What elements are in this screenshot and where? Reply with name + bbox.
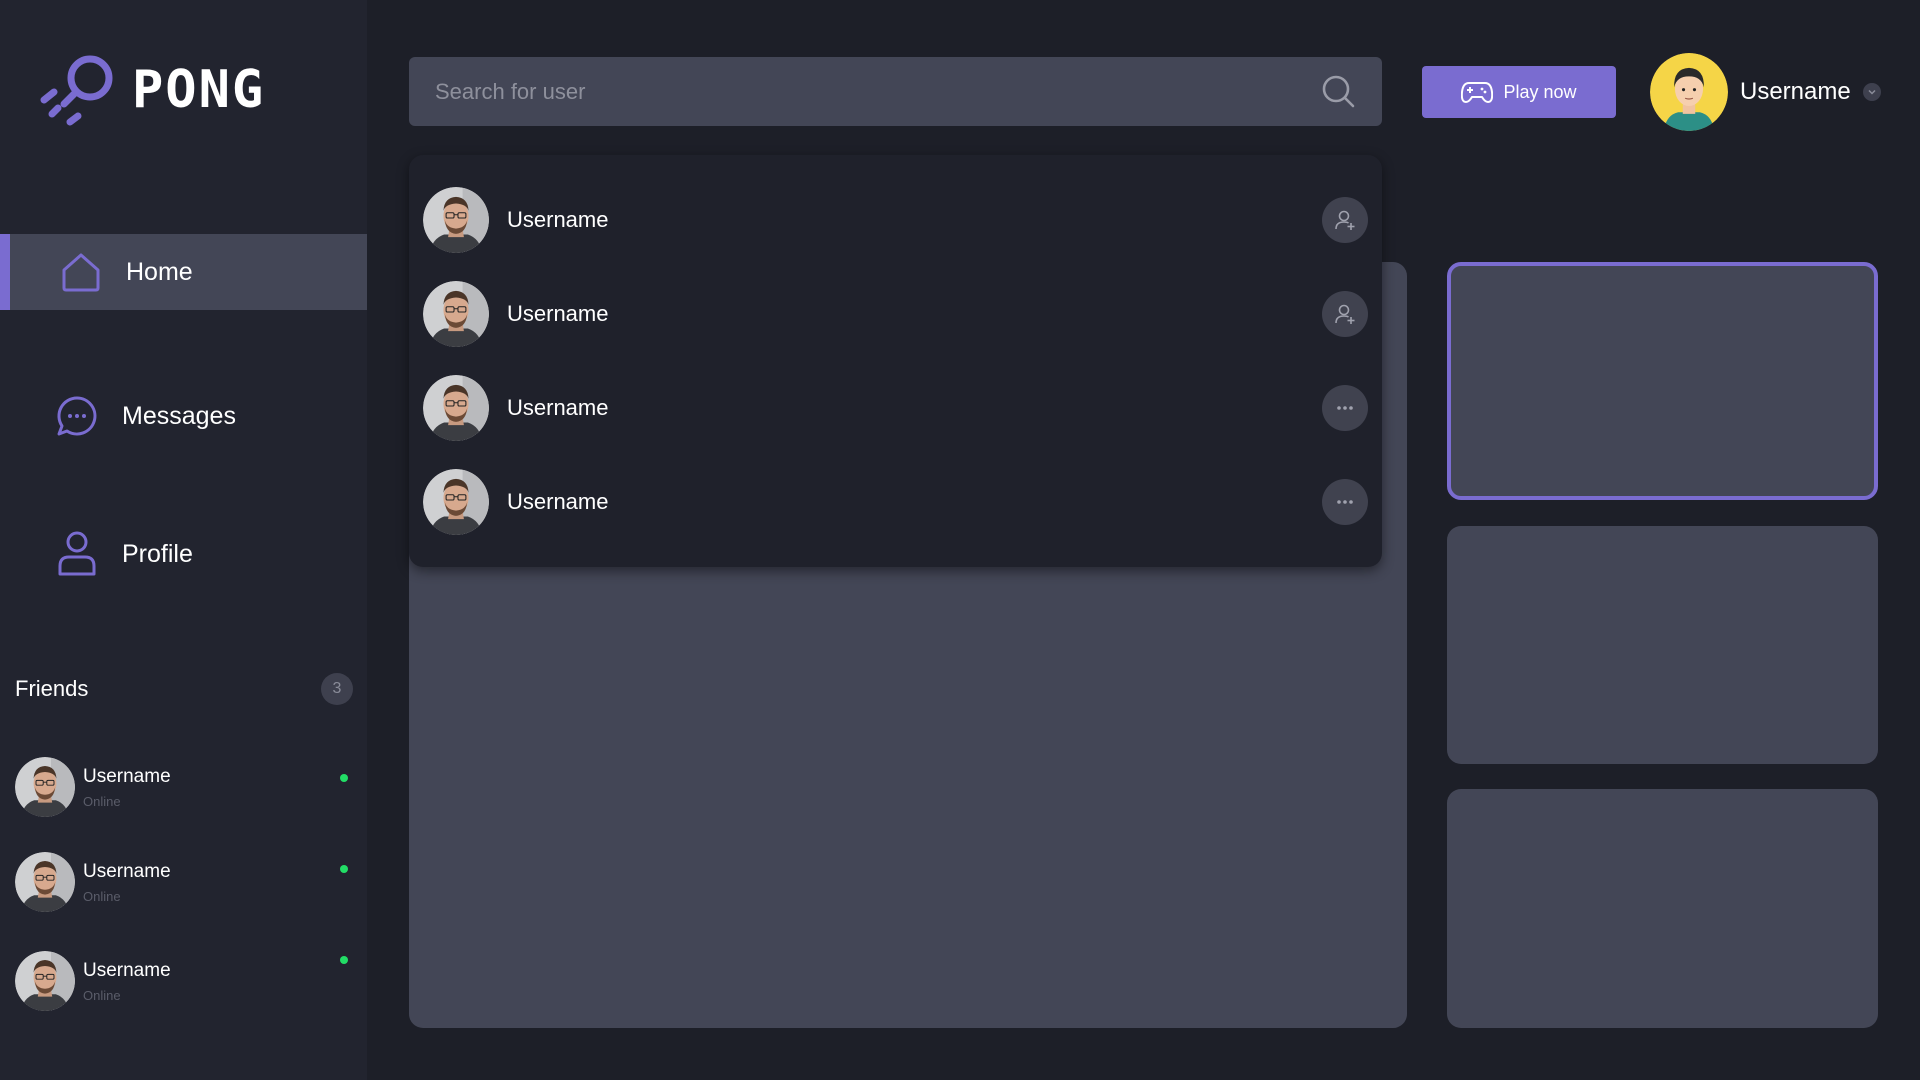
avatar	[423, 469, 489, 535]
user-icon	[54, 531, 100, 577]
logo[interactable]: PONG	[40, 52, 265, 128]
more-icon	[1337, 406, 1353, 410]
play-now-button[interactable]: Play now	[1422, 66, 1616, 118]
user-name: Username	[1740, 78, 1851, 105]
side-card-selected[interactable]	[1447, 262, 1878, 500]
avatar	[1650, 53, 1728, 131]
add-friend-button[interactable]	[1322, 197, 1368, 243]
more-options-button[interactable]	[1322, 479, 1368, 525]
search-result-name: Username	[507, 489, 609, 514]
friends-title: Friends	[15, 676, 89, 701]
search-result-item[interactable]: Username	[423, 374, 1368, 442]
add-friend-icon	[1335, 304, 1355, 324]
search-result-item[interactable]: Username	[423, 186, 1368, 254]
nav-label-profile: Profile	[122, 539, 193, 568]
search-result-name: Username	[507, 395, 609, 420]
nav-item-messages[interactable]: Messages	[0, 378, 367, 454]
search-result-name: Username	[507, 207, 609, 232]
friend-status: Online	[83, 987, 121, 1003]
friend-name: Username	[83, 765, 171, 787]
sidebar: PONG Home Messages Profile Friends 3 Use…	[0, 0, 367, 1080]
nav-item-profile[interactable]: Profile	[0, 516, 367, 592]
search-result-item[interactable]: Username	[423, 280, 1368, 348]
online-indicator	[340, 865, 348, 873]
friend-name: Username	[83, 959, 171, 981]
friends-count-badge: 3	[321, 673, 353, 705]
side-card[interactable]	[1447, 789, 1878, 1028]
user-menu[interactable]: Username	[1650, 52, 1881, 132]
gamepad-icon	[1461, 82, 1494, 103]
add-friend-icon	[1335, 210, 1355, 230]
play-now-label: Play now	[1503, 81, 1577, 102]
friend-item[interactable]: Username Online	[15, 950, 348, 1012]
avatar	[423, 281, 489, 347]
avatar	[423, 375, 489, 441]
home-icon	[58, 249, 104, 295]
avatar	[15, 757, 75, 817]
avatar	[15, 852, 75, 912]
side-card[interactable]	[1447, 526, 1878, 764]
add-friend-button[interactable]	[1322, 291, 1368, 337]
friends-header: Friends 3	[15, 673, 353, 705]
friend-item[interactable]: Username Online	[15, 756, 348, 818]
nav-label-home: Home	[126, 257, 193, 286]
friend-status: Online	[83, 888, 121, 904]
search-bar	[409, 57, 1382, 126]
search-icon[interactable]	[1320, 73, 1356, 109]
nav-item-home[interactable]: Home	[0, 234, 367, 310]
friend-item[interactable]: Username Online	[15, 851, 348, 913]
search-input[interactable]	[435, 78, 1295, 105]
logo-text: PONG	[132, 60, 266, 120]
nav-label-messages: Messages	[122, 401, 236, 430]
search-results-dropdown: Username Username Username Username	[409, 155, 1382, 567]
chevron-down-icon[interactable]	[1862, 83, 1881, 101]
search-result-item[interactable]: Username	[423, 468, 1368, 536]
online-indicator	[340, 774, 348, 782]
friend-name: Username	[83, 860, 171, 882]
more-icon	[1337, 500, 1353, 504]
more-options-button[interactable]	[1322, 385, 1368, 431]
friend-status: Online	[83, 793, 121, 809]
pong-logo-icon	[40, 55, 113, 126]
avatar	[423, 187, 489, 253]
search-result-name: Username	[507, 301, 609, 326]
chat-icon	[54, 393, 100, 439]
avatar	[15, 951, 75, 1011]
online-indicator	[340, 956, 348, 964]
